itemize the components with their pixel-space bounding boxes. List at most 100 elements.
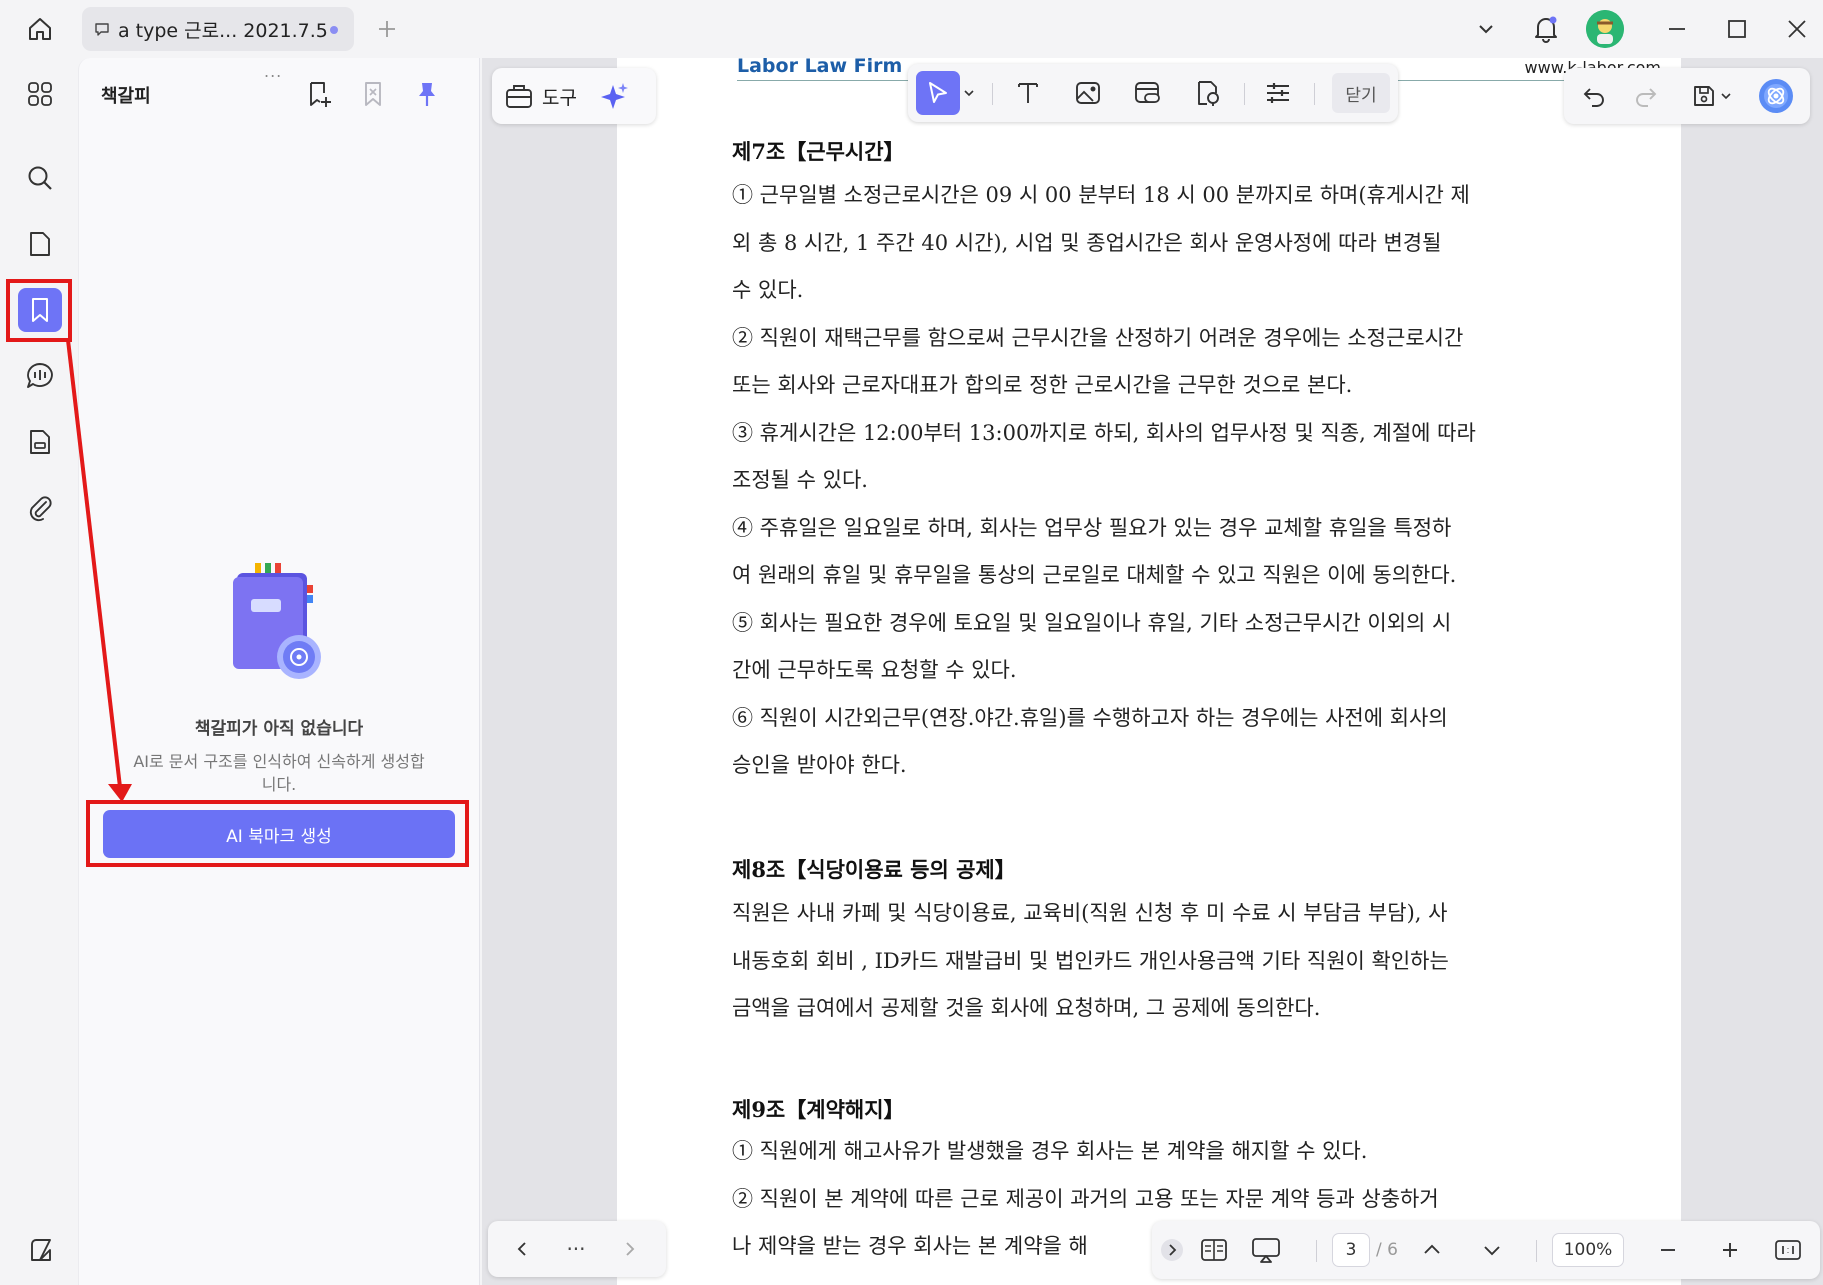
tools-label: 도구 bbox=[542, 86, 577, 109]
save-dropdown[interactable] bbox=[1714, 74, 1738, 118]
chat-icon bbox=[27, 363, 53, 388]
tools-menu[interactable]: 도구 bbox=[492, 68, 656, 124]
sparkle-icon bbox=[600, 83, 628, 109]
rail-theme[interactable] bbox=[18, 1228, 62, 1272]
toolbar-divider bbox=[992, 83, 993, 105]
next-button[interactable] bbox=[608, 1227, 652, 1271]
article-7-title: 제7조【근무시간】 bbox=[732, 139, 905, 164]
rail-form-fields[interactable] bbox=[18, 420, 62, 464]
minimize-button[interactable] bbox=[1658, 0, 1696, 58]
rail-search[interactable] bbox=[18, 156, 62, 200]
rail-comments[interactable] bbox=[18, 354, 62, 398]
article-8-title: 제8조【식당이용료 등의 공제】 bbox=[732, 857, 1016, 882]
document-viewer: Labor Law Firm www.k-labor.com 제7조【근무시간】… bbox=[482, 55, 1823, 1285]
text-line: 외 총 8 시간, 1 주간 40 시간), 시업 및 종업시간은 회사 운영사… bbox=[732, 230, 1442, 255]
rail-pages[interactable] bbox=[18, 222, 62, 266]
text-icon bbox=[1018, 83, 1038, 103]
image-icon bbox=[1076, 82, 1100, 104]
properties-tool-button[interactable] bbox=[1256, 71, 1300, 115]
rail-attachments[interactable] bbox=[18, 486, 62, 530]
article-9-title: 제9조【계약해지】 bbox=[732, 1097, 905, 1122]
link-tool-button[interactable] bbox=[1126, 71, 1170, 115]
notebook-ai-icon bbox=[233, 563, 321, 679]
actual-size-button[interactable] bbox=[1766, 1228, 1810, 1272]
next-page-button[interactable] bbox=[1470, 1228, 1514, 1272]
zoom-out-button[interactable] bbox=[1646, 1228, 1690, 1272]
document-page[interactable]: Labor Law Firm www.k-labor.com 제7조【근무시간】… bbox=[617, 55, 1681, 1285]
toolbar-divider bbox=[1244, 83, 1245, 105]
more-button[interactable]: ··· bbox=[554, 1227, 598, 1271]
empty-state-title: 책갈피가 아직 없습니다 bbox=[194, 719, 364, 739]
notifications-button[interactable] bbox=[1527, 0, 1565, 58]
select-tool-button[interactable] bbox=[916, 71, 960, 115]
bookmark-add-icon bbox=[310, 82, 331, 107]
navigation-pager: ··· bbox=[488, 1221, 666, 1277]
zoom-level-select[interactable]: 100% bbox=[1552, 1233, 1624, 1267]
sidebar-rail bbox=[0, 58, 78, 1285]
text-tool-button[interactable] bbox=[1006, 71, 1050, 115]
text-line: 또는 회사와 근로자대표가 합의로 정한 근로시간을 근무한 것으로 본다. bbox=[732, 373, 1353, 397]
close-window-button[interactable] bbox=[1778, 0, 1816, 58]
home-button[interactable] bbox=[20, 12, 60, 46]
page-layout-button[interactable] bbox=[1192, 1228, 1236, 1272]
empty-state-description: AI로 문서 구조를 인식하여 신속하게 생성합니다. bbox=[133, 752, 425, 794]
close-edit-button[interactable]: 닫기 bbox=[1332, 73, 1390, 113]
add-bookmark-button[interactable] bbox=[301, 76, 337, 112]
unsaved-dot bbox=[330, 26, 338, 34]
previous-page-button[interactable] bbox=[1410, 1228, 1454, 1272]
bookmark-panel: ... 책갈피 책갈피가 아직 없습니다 AI로 문서 구조를 인식하여 신속하… bbox=[78, 58, 480, 1285]
doc-header-firm: Labor Law Firm bbox=[737, 55, 903, 77]
zoom-in-button[interactable] bbox=[1708, 1228, 1752, 1272]
redo-button[interactable] bbox=[1624, 74, 1668, 118]
avatar[interactable] bbox=[1586, 10, 1624, 48]
chevron-down-icon bbox=[1484, 1246, 1500, 1256]
cursor-icon bbox=[929, 82, 947, 103]
edit-toolbar: 닫기 bbox=[908, 64, 1398, 122]
comment-icon bbox=[95, 23, 109, 36]
minus-icon bbox=[1661, 1249, 1675, 1251]
text-line: ② 직원이 재택근무를 함으로써 근무시간을 산정하기 어려운 경우에는 소정근… bbox=[732, 325, 1464, 350]
text-line: ⑤ 회사는 필요한 경우에 토요일 및 일요일이나 휴일, 기타 소정근무시간 … bbox=[732, 610, 1452, 635]
chevron-right-circle-icon bbox=[1161, 1239, 1183, 1261]
select-tool-dropdown[interactable] bbox=[958, 71, 980, 115]
ai-bookmark-button[interactable]: AI 북마크 생성 bbox=[103, 810, 455, 858]
undo-button[interactable] bbox=[1572, 74, 1616, 118]
total-pages: / 6 bbox=[1376, 1240, 1398, 1260]
current-page-input[interactable]: 3 bbox=[1332, 1233, 1370, 1267]
empty-bookmarks-illustration bbox=[227, 563, 337, 683]
stamp-tool-button[interactable] bbox=[1186, 71, 1230, 115]
close-icon bbox=[1788, 20, 1806, 38]
chevron-right-icon bbox=[626, 1242, 635, 1256]
chevron-down-icon bbox=[964, 90, 974, 97]
plus-icon bbox=[379, 21, 395, 37]
pin-icon bbox=[419, 83, 435, 106]
ai-assistant-icon bbox=[1759, 79, 1793, 113]
previous-button[interactable] bbox=[500, 1227, 544, 1271]
chevron-left-icon bbox=[517, 1242, 526, 1256]
maximize-icon bbox=[1728, 20, 1746, 38]
sliders-icon bbox=[1267, 83, 1289, 103]
book-view-icon bbox=[1201, 1239, 1227, 1261]
text-line: ② 직원이 본 계약에 따른 근로 제공이 과거의 고용 또는 자문 계약 등과… bbox=[732, 1186, 1439, 1211]
presentation-button[interactable] bbox=[1244, 1228, 1288, 1272]
bar-divider bbox=[1536, 1240, 1537, 1262]
new-tab-button[interactable] bbox=[372, 14, 402, 44]
panel-drag-handle[interactable]: ... bbox=[264, 62, 282, 81]
text-line: 직원은 사내 카페 및 식당이용료, 교육비(직원 신청 후 미 수료 시 부담… bbox=[732, 901, 1448, 925]
remove-bookmark-button[interactable] bbox=[355, 76, 391, 112]
chevron-up-icon bbox=[1424, 1244, 1440, 1254]
document-tab[interactable]: a type 근로... 2021.7.5 bbox=[82, 7, 354, 51]
collapse-bar-button[interactable] bbox=[1154, 1228, 1190, 1272]
minimize-icon bbox=[1669, 28, 1685, 30]
bookmark-remove-icon bbox=[365, 82, 381, 106]
tabs-dropdown-button[interactable] bbox=[1468, 0, 1504, 58]
rail-thumbnails[interactable] bbox=[18, 72, 62, 116]
pin-panel-button[interactable] bbox=[409, 76, 445, 112]
maximize-button[interactable] bbox=[1718, 0, 1756, 58]
ai-sparkle-button[interactable] bbox=[599, 81, 629, 111]
image-tool-button[interactable] bbox=[1066, 71, 1110, 115]
rail-bookmarks[interactable] bbox=[18, 288, 62, 332]
bell-icon bbox=[1535, 16, 1557, 43]
redo-icon bbox=[1636, 88, 1657, 107]
ai-assistant-button[interactable] bbox=[1754, 74, 1798, 118]
